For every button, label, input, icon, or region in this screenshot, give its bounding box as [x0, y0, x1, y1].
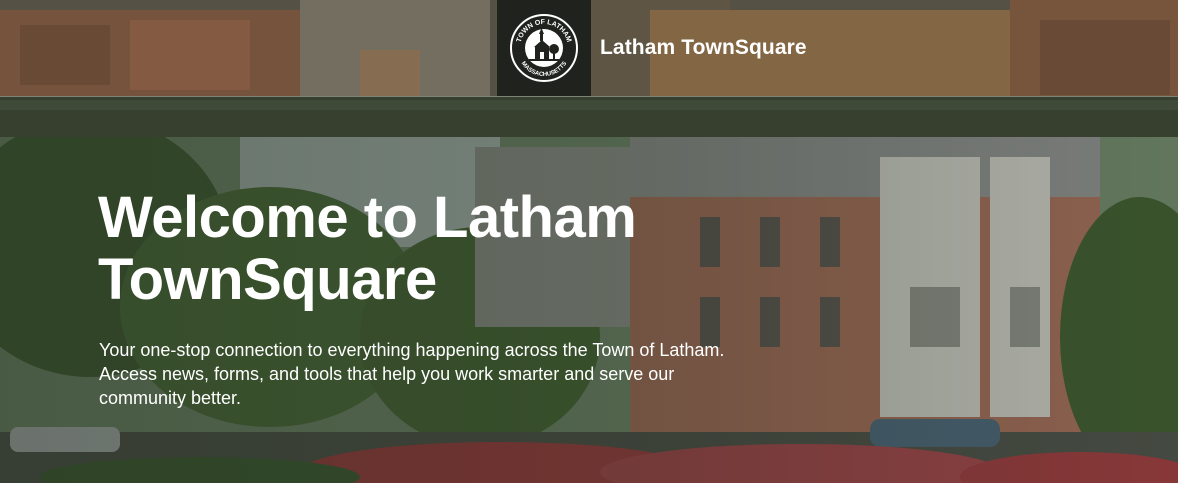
- site-title[interactable]: Latham TownSquare: [600, 36, 807, 60]
- site-header: TOWN OF LATHAM MASSACHUSETTS Latham Town…: [0, 0, 1178, 137]
- hero-banner: Welcome to Latham TownSquare Your one-st…: [0, 137, 1178, 483]
- hero-title-line2: TownSquare: [98, 247, 437, 312]
- town-seal[interactable]: TOWN OF LATHAM MASSACHUSETTS: [497, 0, 591, 96]
- hero-title-line1: Welcome to Latham: [98, 185, 637, 250]
- hero-subtitle: Your one-stop connection to everything h…: [99, 340, 725, 408]
- brand[interactable]: TOWN OF LATHAM MASSACHUSETTS Latham Town…: [497, 0, 807, 96]
- town-seal-icon: TOWN OF LATHAM MASSACHUSETTS: [510, 14, 578, 82]
- hero-title: Welcome to Latham TownSquare: [98, 187, 738, 311]
- header-divider: [0, 96, 1178, 97]
